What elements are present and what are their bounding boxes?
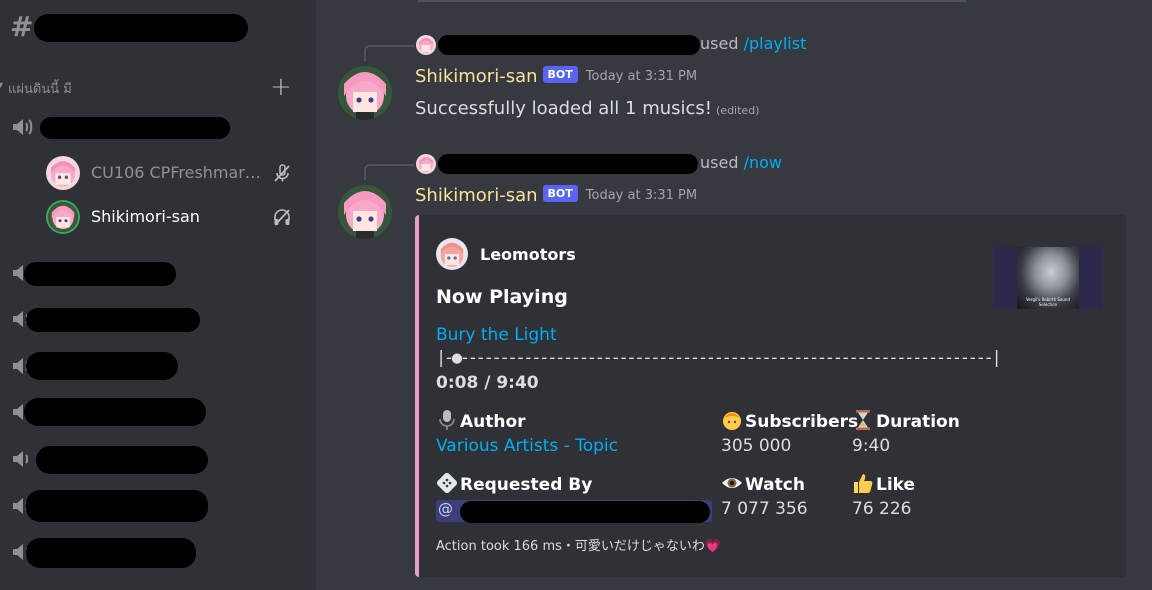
- field-watch-value: 7 077 356: [721, 499, 808, 519]
- field-like-name: Like: [852, 472, 915, 495]
- speaker-icon: [10, 116, 34, 138]
- category-header[interactable]: ▾ แผ่นดินนี้ มี +: [0, 72, 316, 102]
- field-subscribers-value: 305 000: [721, 436, 792, 456]
- command-link[interactable]: /playlist: [744, 34, 807, 53]
- command-reply-line[interactable]: used /now: [364, 153, 1064, 180]
- avatar: [46, 156, 80, 190]
- speaker-icon: [10, 448, 34, 470]
- hourglass-icon: [852, 409, 874, 431]
- avatar: [436, 238, 468, 270]
- redacted-voice-channel[interactable]: [36, 446, 208, 474]
- message-text: Successfully loaded all 1 musics!: [415, 98, 713, 119]
- command-link[interactable]: /now: [744, 153, 782, 172]
- used-label: used: [700, 153, 739, 172]
- reply-text: used /now: [700, 153, 782, 172]
- previous-embed-edge: [418, 0, 966, 2]
- field-watch-name: Watch: [721, 472, 805, 495]
- eye-icon: [721, 472, 743, 494]
- avatar[interactable]: [416, 154, 436, 174]
- bot-badge: BOT: [542, 66, 578, 83]
- embed-author[interactable]: Leomotors: [480, 245, 576, 264]
- redacted-voice-channel[interactable]: [26, 308, 200, 332]
- video-thumbnail[interactable]: Vergil's Rebirth Sound Selection: [993, 247, 1103, 309]
- field-label: Requested By: [460, 475, 593, 495]
- field-like-value: 76 226: [852, 499, 912, 519]
- person-icon: [721, 409, 743, 431]
- message-header: Shikimori-san BOT Today at 3:31 PM: [415, 185, 697, 211]
- username[interactable]: Shikimori-san: [415, 66, 538, 87]
- redacted-username[interactable]: [438, 154, 698, 174]
- voice-user[interactable]: CU106 CPFreshmar…: [46, 156, 306, 190]
- reply-connector: [364, 164, 414, 180]
- redacted-voice-channel[interactable]: [26, 538, 196, 568]
- deafened-icon: [272, 207, 292, 227]
- mention-at: @: [438, 500, 453, 518]
- redacted-username[interactable]: [438, 35, 700, 55]
- avatar[interactable]: [338, 185, 392, 239]
- redacted-mention: [460, 501, 710, 523]
- thumbs-up-icon: [852, 472, 874, 494]
- now-playing-embed: Leomotors Now Playing Vergil's Rebirth S…: [415, 215, 1126, 577]
- chat-area: used /playlist Shikimori-san BOT Today at …: [316, 0, 1152, 590]
- redacted-voice-channel[interactable]: [24, 262, 176, 286]
- timestamp: Today at 3:31 PM: [585, 69, 698, 84]
- redacted-channel-name[interactable]: [34, 14, 248, 42]
- field-requested-by-name: Requested By: [436, 472, 592, 495]
- field-label: Duration: [876, 412, 960, 432]
- mic-muted-icon: [272, 163, 292, 183]
- avatar: [46, 200, 80, 234]
- command-reply-line[interactable]: used /playlist: [364, 34, 1064, 61]
- redacted-voice-channel[interactable]: [24, 398, 206, 426]
- microphone-icon: [436, 409, 458, 431]
- field-label: Author: [460, 412, 526, 432]
- username[interactable]: Shikimori-san: [415, 185, 538, 206]
- field-label: Subscribers: [745, 412, 859, 432]
- voice-user[interactable]: Shikimori-san: [46, 200, 306, 234]
- redacted-voice-channel[interactable]: [40, 117, 230, 139]
- embed-footer: Action took 166 ms・可愛いだけじゃないわ💗: [436, 539, 722, 554]
- hash-icon: #: [10, 10, 34, 43]
- field-duration-name: Duration: [852, 409, 960, 432]
- user-mention[interactable]: @: [436, 500, 712, 523]
- field-author-name: Author: [436, 409, 526, 432]
- reply-text: used /playlist: [700, 34, 806, 53]
- plus-icon[interactable]: +: [270, 72, 292, 102]
- field-author-value[interactable]: Various Artists - Topic: [436, 436, 618, 456]
- edited-label: (edited): [716, 104, 760, 117]
- playback-time: 0:08 / 9:40: [436, 373, 539, 393]
- voice-user-name: CU106 CPFreshmar…: [91, 163, 261, 182]
- avatar[interactable]: [338, 66, 392, 120]
- field-duration-value: 9:40: [852, 436, 891, 456]
- category-label: แผ่นดินนี้ มี: [8, 82, 72, 97]
- channel-sidebar: # ▾ แผ่นดินนี้ มี + CU106 CPFreshmar… Sh…: [0, 0, 316, 590]
- message-header: Shikimori-san BOT Today at 3:31 PM: [415, 66, 697, 92]
- redacted-voice-channel[interactable]: [26, 352, 178, 380]
- reply-connector: [364, 45, 414, 61]
- chevron-down-icon: ▾: [0, 80, 4, 91]
- bot-badge: BOT: [542, 185, 578, 202]
- used-label: used: [700, 34, 739, 53]
- track-link[interactable]: Bury the Light: [436, 325, 557, 345]
- thumbnail-caption: Vergil's Rebirth Sound Selection: [1025, 297, 1070, 307]
- message-content: Successfully loaded all 1 musics! (edited…: [415, 98, 759, 119]
- field-label: Watch: [745, 475, 805, 495]
- progress-bar: |-●-------------------------------------…: [436, 348, 1002, 368]
- field-label: Like: [876, 475, 916, 495]
- timestamp: Today at 3:31 PM: [585, 188, 698, 203]
- game-die-icon: [436, 472, 458, 494]
- field-subscribers-name: Subscribers: [721, 409, 858, 432]
- voice-user-name: Shikimori-san: [91, 207, 200, 226]
- avatar[interactable]: [416, 35, 436, 55]
- embed-title: Now Playing: [436, 286, 568, 308]
- redacted-voice-channel[interactable]: [26, 490, 208, 522]
